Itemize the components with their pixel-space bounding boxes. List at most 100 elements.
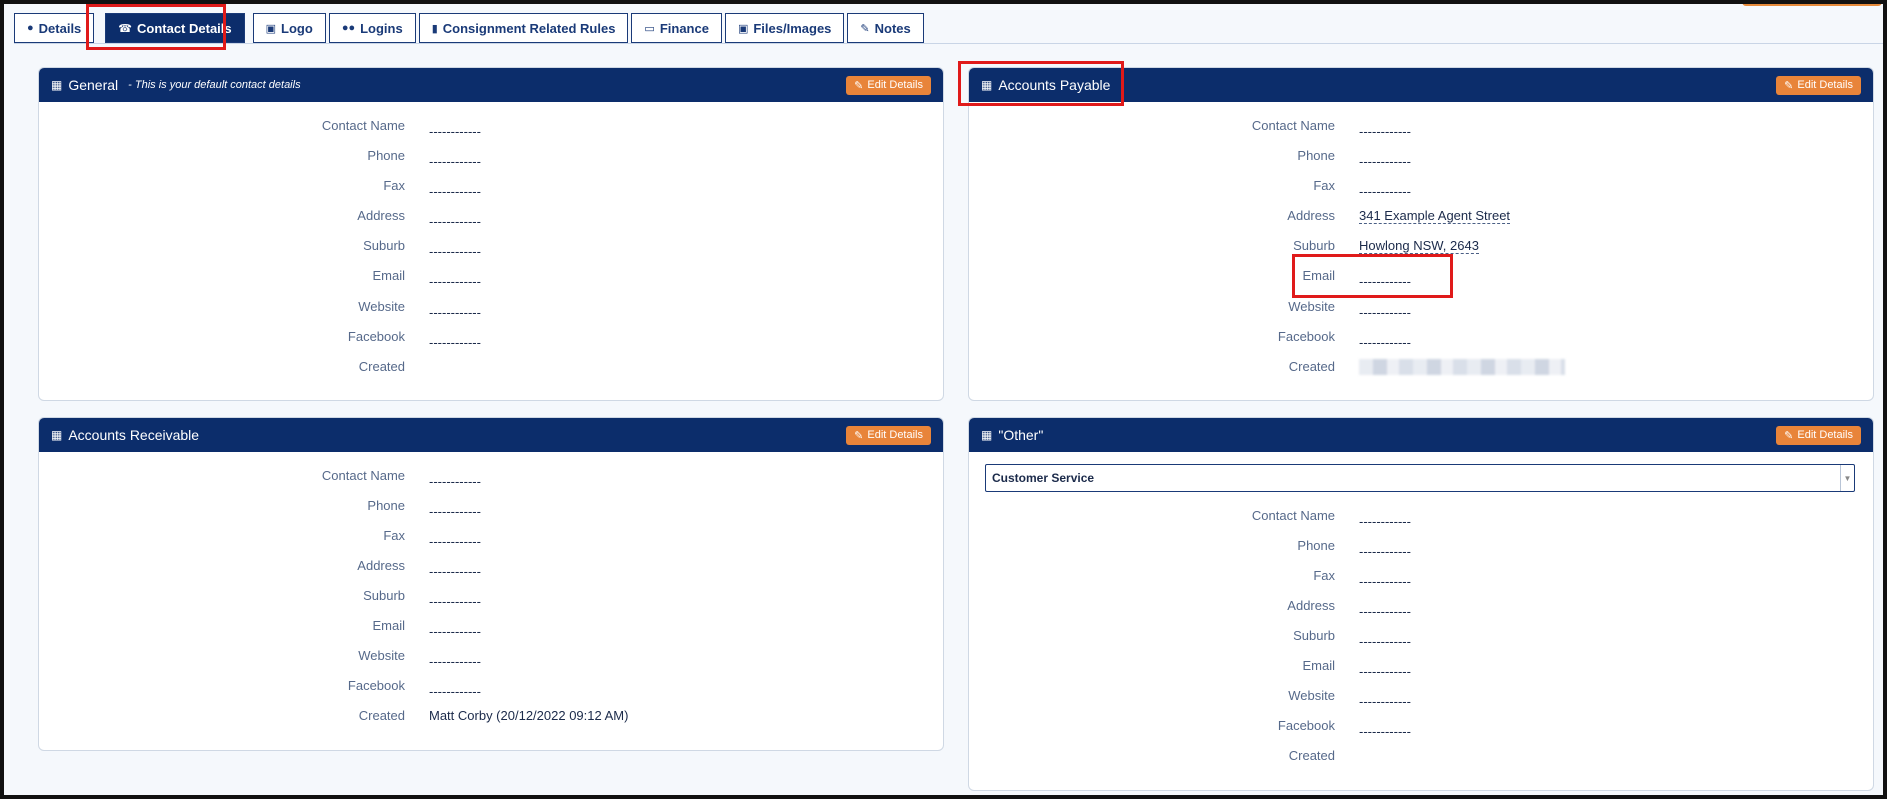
contact-type-select[interactable]: Customer Service ▼ (985, 464, 1855, 492)
tab-logo[interactable]: ▣ Logo (252, 13, 326, 43)
tab-files-images[interactable]: ▣ Files/Images (724, 13, 845, 43)
edit-icon: ✎ (854, 79, 864, 92)
suburb-value[interactable]: ------------ (1359, 634, 1411, 649)
edit-icon: ✎ (1784, 429, 1794, 442)
panel-title: Accounts Receivable (68, 427, 200, 443)
field-label: Phone (1297, 148, 1335, 163)
phone-value[interactable]: ------------ (1359, 154, 1411, 169)
table-icon: ▦ (51, 428, 63, 442)
table-icon: ▦ (981, 78, 993, 92)
field-label: Email (372, 618, 405, 633)
facebook-value[interactable]: ------------ (429, 684, 481, 699)
fax-value[interactable]: ------------ (1359, 184, 1411, 199)
folder-open-icon: ▭ (644, 22, 655, 35)
email-value[interactable]: ------------ (429, 274, 481, 289)
email-value[interactable]: ------------ (1359, 274, 1411, 289)
chevron-down-icon[interactable]: ▼ (1840, 465, 1854, 491)
tab-bar: ● Details ☎ Contact Details ▣ Logo ●● Lo… (14, 13, 924, 44)
fax-value[interactable]: ------------ (1359, 574, 1411, 589)
phone-value[interactable]: ------------ (1359, 544, 1411, 559)
contact-name-value[interactable]: ------------ (1359, 124, 1411, 139)
phone-icon: ☎ (118, 22, 132, 35)
panel-title: "Other" (998, 427, 1044, 443)
panel-header: ▦ Accounts Payable ✎ Edit Details (969, 68, 1873, 102)
address-value[interactable]: ------------ (429, 564, 481, 579)
field-label: Website (358, 299, 405, 314)
field-label: Address (357, 208, 405, 223)
suburb-value[interactable]: ------------ (429, 594, 481, 609)
panel-title: General (68, 77, 119, 93)
email-value[interactable]: ------------ (429, 624, 481, 639)
tab-logins[interactable]: ●● Logins (328, 13, 416, 43)
tab-contact-details[interactable]: ☎ Contact Details (105, 13, 245, 43)
email-value[interactable]: ------------ (1359, 664, 1411, 679)
panel-title: Accounts Payable (998, 77, 1111, 93)
phone-value[interactable]: ------------ (429, 504, 481, 519)
tab-consignment-rules[interactable]: ▮ Consignment Related Rules (418, 13, 629, 43)
phone-value[interactable]: ------------ (429, 154, 481, 169)
top-action-button[interactable] (1742, 0, 1882, 6)
fax-value[interactable]: ------------ (429, 184, 481, 199)
field-label: Created (358, 359, 405, 374)
contact-name-value[interactable]: ------------ (429, 124, 481, 139)
panel-accounts-receivable: ▦ Accounts Receivable ✎ Edit Details Con… (38, 417, 944, 751)
suburb-value[interactable]: ------------ (429, 244, 481, 259)
file-image-icon: ▣ (737, 22, 749, 35)
website-value[interactable]: ------------ (429, 305, 481, 320)
field-label: Created (1288, 748, 1335, 763)
field-label: Phone (367, 498, 405, 513)
address-value[interactable]: ------------ (1359, 604, 1411, 619)
edit-icon: ✎ (854, 429, 864, 442)
field-label: Website (1288, 299, 1335, 314)
contact-name-value[interactable]: ------------ (1359, 514, 1411, 529)
edit-details-button[interactable]: ✎ Edit Details (1776, 425, 1861, 445)
field-label: Contact Name (321, 118, 405, 133)
panel-header: ▦ "Other" ✎ Edit Details (969, 418, 1873, 452)
field-label: Suburb (363, 588, 405, 603)
tab-label: Details (38, 20, 82, 36)
address-value[interactable]: 341 Example Agent Street (1359, 208, 1511, 224)
edit-details-button[interactable]: ✎ Edit Details (1776, 75, 1861, 95)
address-value[interactable]: ------------ (429, 214, 481, 229)
field-label: Website (1288, 688, 1335, 703)
website-value[interactable]: ------------ (429, 654, 481, 669)
suburb-value[interactable]: Howlong NSW, 2643 (1359, 238, 1479, 254)
field-label: Email (1302, 658, 1335, 673)
tab-details[interactable]: ● Details (14, 13, 95, 43)
field-label: Phone (1297, 538, 1335, 553)
field-label: Phone (367, 148, 405, 163)
image-icon: ▣ (265, 22, 277, 35)
facebook-value[interactable]: ------------ (429, 335, 481, 350)
tab-label: Finance (659, 20, 709, 36)
contact-name-value[interactable]: ------------ (429, 474, 481, 489)
edit-label: Edit Details (867, 429, 923, 441)
tab-notes[interactable]: ✎ Notes (847, 13, 924, 43)
fax-value[interactable]: ------------ (429, 534, 481, 549)
facebook-value[interactable]: ------------ (1359, 335, 1411, 350)
edit-icon: ✎ (1784, 79, 1794, 92)
website-value[interactable]: ------------ (1359, 694, 1411, 709)
edit-label: Edit Details (1797, 79, 1853, 91)
created-value: Matt Corby (20/12/2022 09:12 AM) (429, 708, 629, 723)
created-value-redacted (1359, 359, 1565, 378)
field-label: Facebook (1277, 718, 1335, 733)
panel-header: ▦ General - This is your default contact… (39, 68, 943, 102)
edit-label: Edit Details (867, 79, 923, 91)
edit-details-button[interactable]: ✎ Edit Details (846, 75, 931, 95)
website-value[interactable]: ------------ (1359, 305, 1411, 320)
field-label: Address (1287, 208, 1335, 223)
field-label: Contact Name (1251, 508, 1335, 523)
field-label: Address (1287, 598, 1335, 613)
panel-accounts-payable: ▦ Accounts Payable ✎ Edit Details Contac… (968, 67, 1874, 401)
field-label: Facebook (347, 678, 405, 693)
facebook-value[interactable]: ------------ (1359, 724, 1411, 739)
field-label: Email (1302, 268, 1335, 283)
panel-subtitle: - This is your default contact details (128, 79, 301, 91)
field-label: Facebook (1277, 329, 1335, 344)
tab-divider (14, 43, 1883, 44)
field-label: Fax (383, 178, 405, 193)
panel-other: ▦ "Other" ✎ Edit Details Customer Servic… (968, 417, 1874, 791)
edit-details-button[interactable]: ✎ Edit Details (846, 425, 931, 445)
field-label: Fax (1313, 568, 1335, 583)
tab-finance[interactable]: ▭ Finance (631, 13, 722, 43)
